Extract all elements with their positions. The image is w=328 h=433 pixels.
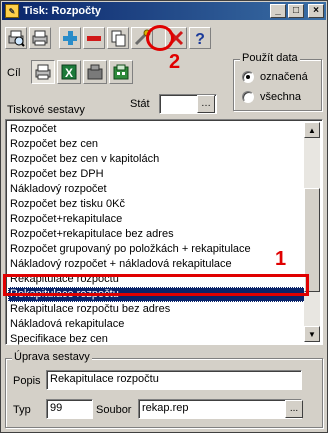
reports-label: Tiskové sestavy: [7, 104, 85, 116]
scroll-up-icon[interactable]: ▲: [304, 122, 320, 138]
radio-marked[interactable]: označená: [242, 71, 308, 83]
reports-list: Rozpočet Rozpočet bez cen Rozpočet bez cen…: [8, 122, 306, 347]
radio-all[interactable]: všechna: [242, 91, 301, 103]
target-export-button[interactable]: [109, 60, 133, 84]
plus-icon: [63, 31, 77, 45]
list-item[interactable]: Rekapitulace rozpočtu bez adres: [8, 302, 306, 317]
list-item[interactable]: Nákladový rozpočet + nákladová rekapitul…: [8, 257, 306, 272]
print-preview-icon: [8, 30, 25, 47]
list-item[interactable]: Rozpočet bez DPH: [8, 167, 306, 182]
minimize-button[interactable]: _: [270, 4, 286, 18]
type-input[interactable]: 99: [46, 399, 93, 419]
list-item[interactable]: Rozpočet bez tisku 0Kč: [8, 197, 306, 212]
radio-all-control[interactable]: [242, 91, 254, 103]
list-item[interactable]: Rozpočet grupovaný po položkách + rekapi…: [8, 242, 306, 257]
annotation-number-two: 2: [169, 51, 181, 73]
list-item[interactable]: Nákladová rekapitulace: [8, 317, 306, 332]
question-icon: ?: [195, 31, 205, 47]
radio-all-label: všechna: [260, 91, 301, 103]
list-item[interactable]: Rozpočet bez cen v kapitolách: [8, 152, 306, 167]
annotation-number-one: 1: [275, 248, 287, 270]
list-item[interactable]: Rozpočet+rekapitulace: [8, 212, 306, 227]
list-item[interactable]: Rozpočet+rekapitulace bez adres: [8, 227, 306, 242]
file-input[interactable]: rekap.rep: [138, 399, 302, 419]
maximize-button[interactable]: □: [288, 4, 304, 18]
description-label: Popis: [13, 375, 41, 387]
list-item[interactable]: Nákladový rozpočet: [8, 182, 306, 197]
print-preview-button[interactable]: [5, 27, 27, 49]
scroll-down-icon[interactable]: ▼: [304, 326, 320, 342]
copy-icon: [111, 30, 126, 47]
copy-button[interactable]: [107, 27, 129, 49]
target-options: X: [31, 60, 135, 84]
list-item[interactable]: Rozpočet: [8, 122, 306, 137]
radio-marked-label: označená: [260, 71, 308, 83]
type-label: Typ: [13, 404, 31, 416]
minus-icon: [87, 36, 101, 41]
printer-icon: [35, 64, 51, 80]
annotation-selection-box: [3, 274, 309, 296]
list-item[interactable]: Rozpočet bez cen: [8, 137, 306, 152]
target-label: Cíl: [7, 67, 21, 79]
target-fax-button[interactable]: [83, 60, 107, 84]
list-item[interactable]: Specifikace bez cen: [8, 332, 306, 347]
use-data-legend: Použít data: [240, 52, 300, 64]
printer-icon: [32, 30, 48, 46]
remove-button[interactable]: [83, 27, 105, 49]
toolbar: ?: [5, 25, 213, 51]
fax-icon: [87, 64, 103, 80]
state-browse-button[interactable]: …: [197, 95, 215, 113]
help-button[interactable]: ?: [189, 27, 211, 49]
app-icon: ✎: [5, 4, 19, 18]
annotation-circle: [146, 25, 174, 51]
reports-scrollbar[interactable]: ▲ ▼: [304, 122, 320, 342]
window-title: Tisk: Rozpočty: [23, 5, 102, 17]
description-input[interactable]: Rekapitulace rozpočtu: [46, 370, 302, 390]
print-button[interactable]: [29, 27, 51, 49]
svg-text:X: X: [65, 66, 73, 80]
svg-text:?: ?: [195, 31, 205, 47]
edit-report-legend: Úprava sestavy: [12, 351, 92, 363]
target-excel-button[interactable]: X: [57, 60, 81, 84]
target-printer-button[interactable]: [31, 60, 55, 84]
state-label: Stát: [130, 98, 150, 110]
excel-icon: X: [61, 64, 77, 80]
file-browse-button[interactable]: ...: [285, 400, 303, 418]
reports-listbox[interactable]: Rozpočet Rozpočet bez cen Rozpočet bez cen…: [5, 119, 323, 345]
title-bar[interactable]: ✎ Tisk: Rozpočty _ □ ×: [2, 2, 326, 20]
file-label: Soubor: [96, 404, 132, 416]
add-button[interactable]: [59, 27, 81, 49]
use-data-group: Použít data označená všechna: [233, 52, 322, 111]
print-dialog-window: ✎ Tisk: Rozpočty _ □ × ? 2 Cíl X Použít …: [0, 0, 328, 433]
close-button[interactable]: ×: [308, 4, 324, 18]
radio-marked-control[interactable]: [242, 71, 254, 83]
export-icon: [113, 64, 129, 80]
